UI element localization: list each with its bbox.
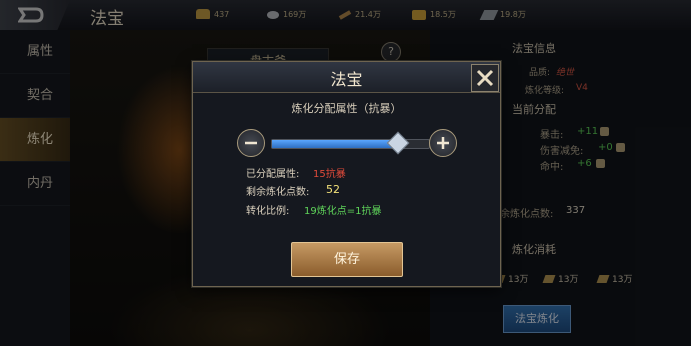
plus-icon: [437, 137, 449, 149]
save-button[interactable]: 保存: [291, 242, 403, 277]
decrease-button[interactable]: [237, 129, 265, 157]
remaining-label: 剩余炼化点数:: [246, 187, 310, 198]
minus-icon: [245, 141, 257, 145]
slider-thumb[interactable]: [386, 131, 409, 155]
ratio-value: 19炼化点=1抗暴: [304, 206, 382, 217]
remaining-value: 52: [326, 183, 340, 196]
close-icon: [476, 69, 494, 87]
dialog-title: 法宝: [330, 70, 363, 89]
refine-allocate-dialog: 法宝 炼化分配属性（抗暴） 已分配属性: 15抗暴 剩余炼化点数: 52 转化比…: [192, 61, 501, 287]
slider-fill: [272, 140, 398, 148]
increase-button[interactable]: [429, 129, 457, 157]
allocated-label: 已分配属性:: [246, 169, 300, 180]
allocated-value: 15抗暴: [313, 169, 346, 180]
close-button[interactable]: [471, 64, 499, 92]
dialog-subtitle: 炼化分配属性（抗暴）: [291, 102, 402, 115]
ratio-label: 转化比例:: [246, 206, 290, 217]
